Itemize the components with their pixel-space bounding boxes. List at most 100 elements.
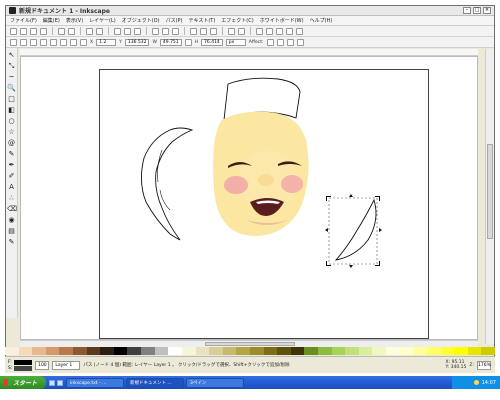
close-button[interactable]: ×	[483, 7, 491, 14]
horizontal-scrollbar[interactable]	[20, 340, 478, 347]
palette-swatch[interactable]	[331, 347, 346, 355]
align-icon[interactable]	[286, 27, 293, 35]
palette-swatch[interactable]	[386, 347, 400, 355]
palette-swatch[interactable]	[222, 347, 237, 355]
taskbar-button-inkscape[interactable]: 新規ドキュメント ...	[126, 377, 184, 388]
export-icon[interactable]	[68, 27, 75, 35]
palette-swatch[interactable]	[100, 347, 114, 355]
zoom-page-icon[interactable]	[172, 27, 179, 35]
palette-swatch[interactable]	[399, 347, 414, 355]
affect-pattern-icon[interactable]	[296, 38, 304, 46]
fill-stroke-indicator[interactable]: F: S:	[8, 359, 33, 371]
palette-swatch[interactable]	[86, 347, 101, 355]
menu-file[interactable]: ファイル(F)	[10, 17, 37, 24]
palette-swatch[interactable]	[481, 347, 495, 355]
minimize-button[interactable]: –	[463, 7, 471, 14]
node-tool-icon[interactable]: ⤡	[7, 62, 16, 71]
horizontal-ruler[interactable]	[20, 49, 478, 56]
zoom-drawing-icon[interactable]	[162, 27, 169, 35]
palette-swatch[interactable]	[181, 347, 196, 355]
tweak-tool-icon[interactable]: ~	[7, 73, 16, 82]
menu-help[interactable]: ヘルプ(H)	[310, 17, 333, 24]
palette-swatch[interactable]	[154, 347, 169, 355]
palette-swatch[interactable]	[345, 347, 359, 355]
palette-swatch[interactable]	[209, 347, 223, 355]
rotate-ccw-icon[interactable]	[30, 38, 37, 46]
menu-path[interactable]: パス(P)	[166, 17, 183, 24]
copy-icon[interactable]	[114, 27, 121, 35]
new-document-icon[interactable]	[10, 27, 17, 35]
palette-swatch[interactable]	[413, 347, 427, 355]
spray-tool-icon[interactable]: ∴	[7, 194, 16, 203]
palette-swatch[interactable]	[290, 347, 305, 355]
flip-vertical-icon[interactable]	[60, 38, 67, 46]
palette-swatch[interactable]	[32, 347, 46, 355]
menu-object[interactable]: オブジェクト(O)	[122, 17, 160, 24]
rotate-cw-icon[interactable]	[40, 38, 47, 46]
flip-horizontal-icon[interactable]	[50, 38, 57, 46]
horizontal-scroll-thumb[interactable]	[205, 342, 295, 346]
menu-layer[interactable]: レイヤー(L)	[89, 17, 116, 24]
opacity-input[interactable]: 100	[35, 360, 50, 370]
zoom-input[interactable]: 176%	[477, 360, 491, 370]
eraser-tool-icon[interactable]: ⌫	[7, 205, 17, 214]
start-button[interactable]: スタート	[0, 376, 46, 389]
palette-swatch[interactable]	[5, 347, 19, 355]
palette-swatch[interactable]	[18, 347, 33, 355]
undo-icon[interactable]	[86, 27, 93, 35]
cut-icon[interactable]	[124, 27, 131, 35]
3dbox-tool-icon[interactable]: ◧	[7, 106, 16, 115]
taskbar-button-3pane[interactable]: 3ペイン	[186, 377, 244, 388]
fill-stroke-icon[interactable]	[256, 27, 263, 35]
w-input[interactable]: 49.751	[159, 38, 182, 46]
rect-tool-icon[interactable]: □	[7, 95, 16, 104]
palette-swatch[interactable]	[454, 347, 468, 355]
vertical-scroll-thumb[interactable]	[487, 144, 493, 239]
palette-swatch[interactable]	[426, 347, 441, 355]
palette-swatch[interactable]	[263, 347, 278, 355]
vertical-scrollbar[interactable]	[485, 49, 494, 344]
palette-swatch[interactable]	[304, 347, 319, 355]
palette-swatch[interactable]	[168, 347, 182, 355]
drawing[interactable]	[100, 70, 430, 340]
select-tool-icon[interactable]: ↖	[7, 51, 16, 60]
preferences-icon[interactable]	[296, 27, 303, 35]
text-tool-icon[interactable]: A	[7, 183, 16, 192]
unlink-clone-icon[interactable]	[210, 27, 217, 35]
ungroup-icon[interactable]	[238, 27, 245, 35]
h-input[interactable]: 76.414	[201, 38, 223, 46]
unit-select[interactable]: px	[225, 38, 246, 46]
bucket-tool-icon[interactable]: ◉	[7, 216, 16, 225]
menu-view[interactable]: 表示(V)	[66, 17, 83, 24]
ellipse-tool-icon[interactable]: ○	[7, 117, 16, 126]
pencil-tool-icon[interactable]: ✎	[7, 150, 16, 159]
spiral-tool-icon[interactable]: @	[7, 139, 16, 148]
palette-swatch[interactable]	[249, 347, 264, 355]
gradient-tool-icon[interactable]: ▤	[7, 227, 16, 236]
palette-swatch[interactable]	[45, 347, 60, 355]
menu-whiteboard[interactable]: ホワイトボード(W)	[260, 17, 304, 24]
palette-swatch[interactable]	[318, 347, 332, 355]
drawing-canvas[interactable]	[20, 56, 478, 340]
palette-swatch[interactable]	[236, 347, 250, 355]
lower-bottom-icon[interactable]	[80, 38, 87, 46]
duplicate-icon[interactable]	[190, 27, 197, 35]
save-icon[interactable]	[30, 27, 37, 35]
import-icon[interactable]	[58, 27, 65, 35]
layer-select[interactable]: Layer 1	[52, 360, 81, 370]
group-icon[interactable]	[228, 27, 235, 35]
tray-icon[interactable]	[473, 380, 479, 385]
menu-effects[interactable]: エフェクト(C)	[221, 17, 253, 24]
zoom-selection-icon[interactable]	[152, 27, 159, 35]
affect-stroke-icon[interactable]	[266, 38, 274, 46]
select-all-layers-icon[interactable]	[20, 38, 27, 46]
text-font-icon[interactable]	[266, 27, 273, 35]
xml-editor-icon[interactable]	[276, 27, 283, 35]
fill-swatch[interactable]	[13, 359, 32, 365]
palette-swatch[interactable]	[358, 347, 373, 355]
calligraphy-tool-icon[interactable]: ✐	[7, 172, 16, 181]
palette-swatch[interactable]	[195, 347, 210, 355]
raise-top-icon[interactable]	[70, 38, 77, 46]
palette-swatch[interactable]	[141, 347, 155, 355]
lock-ratio-icon[interactable]	[184, 38, 192, 46]
